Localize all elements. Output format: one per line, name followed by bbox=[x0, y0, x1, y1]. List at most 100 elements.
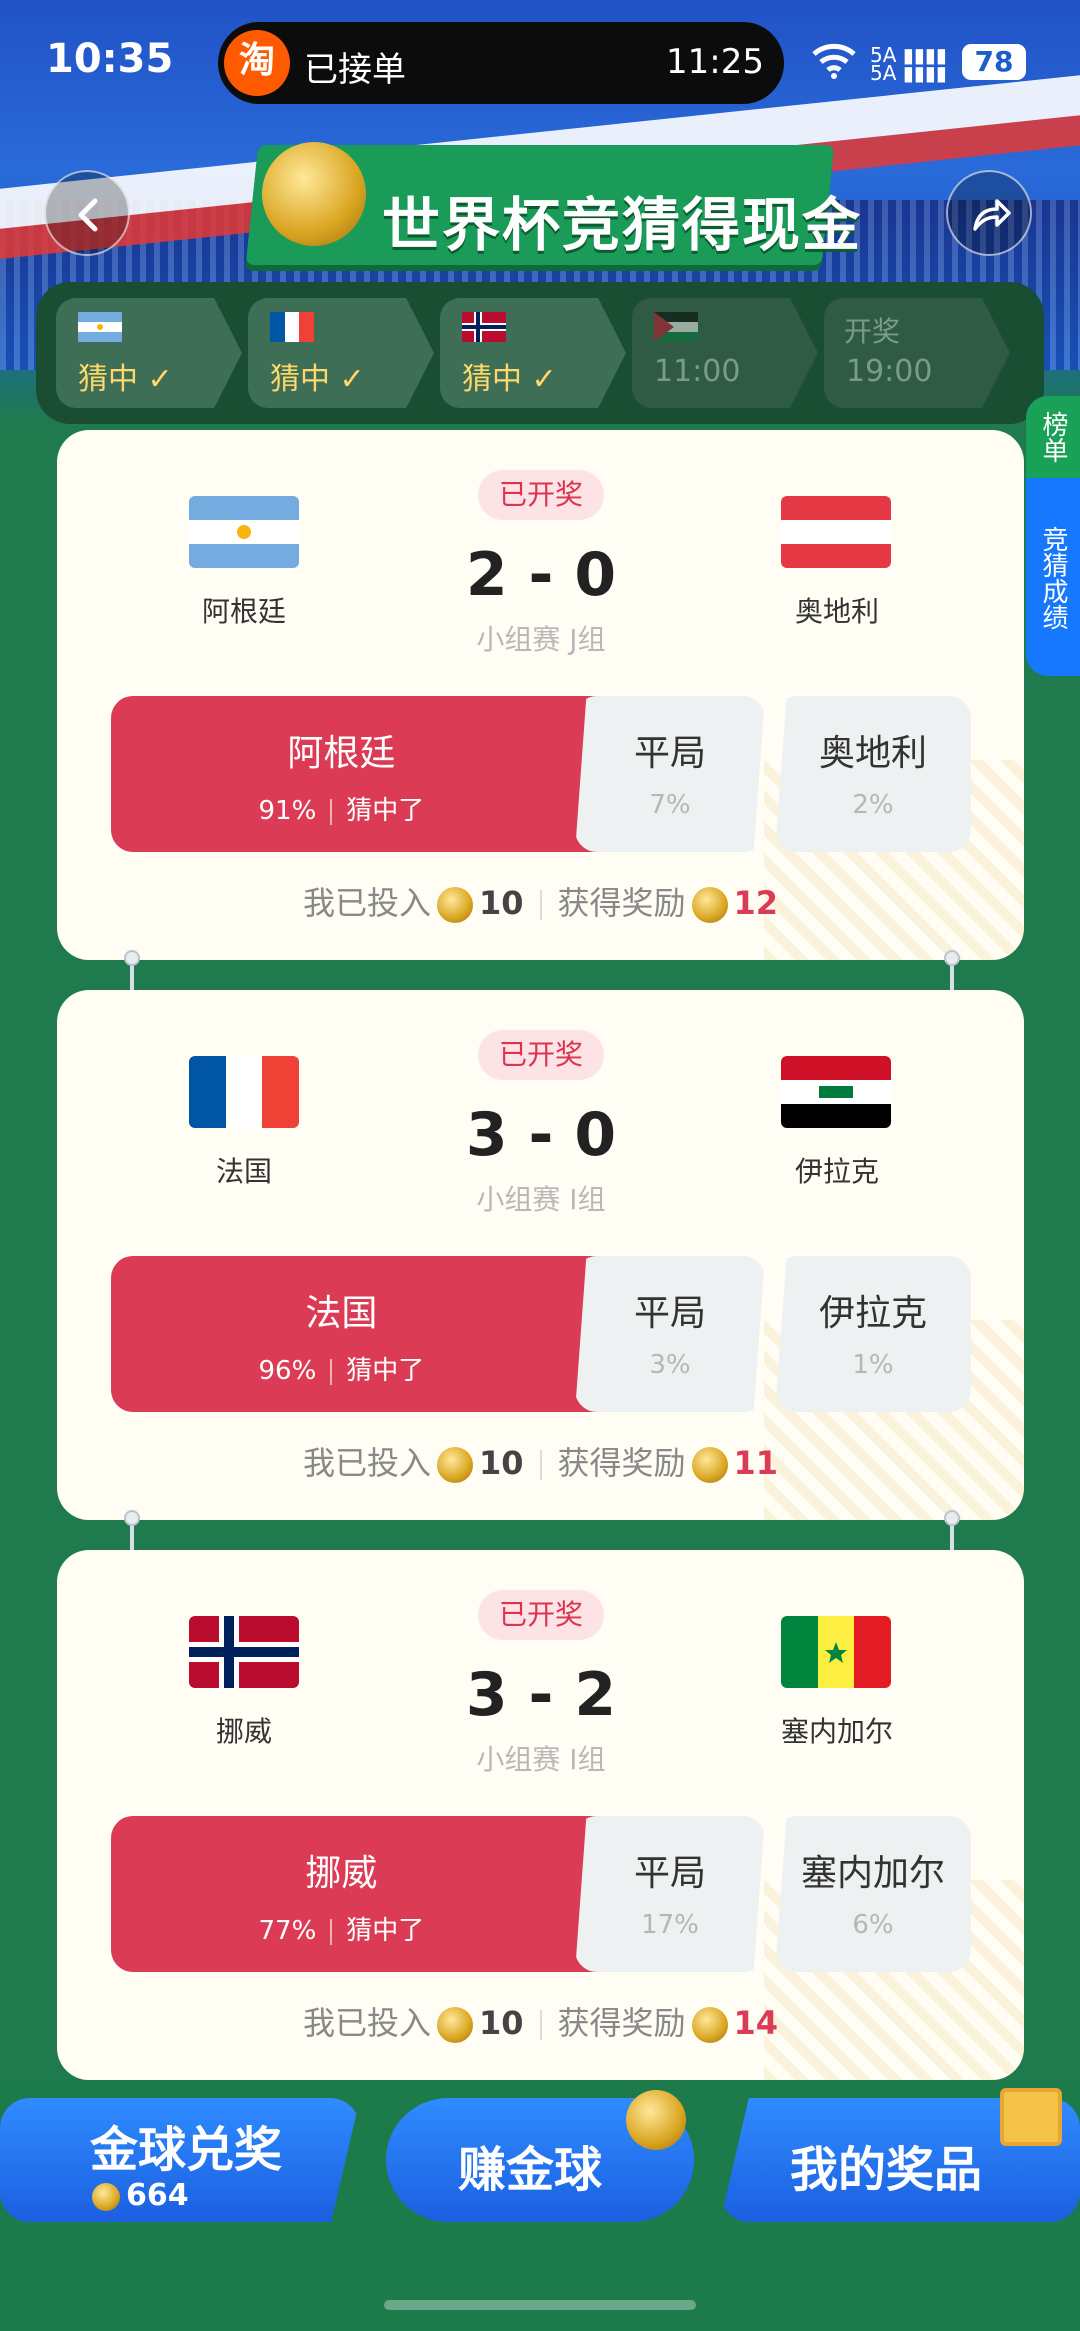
progress-step-label: 猜中 ✓ bbox=[78, 362, 173, 397]
match-group: 小组赛 J组 bbox=[476, 623, 606, 656]
status-badge: 已开奖 bbox=[478, 470, 604, 520]
option-percent: 77% bbox=[258, 1916, 317, 1946]
guess-result: 猜中了 bbox=[346, 796, 425, 826]
match-card[interactable]: 已开奖 法国 3 - 0 小组赛 I组 伊拉克 法国 96% 猜中了 平局 3% … bbox=[57, 990, 1024, 1520]
share-icon bbox=[973, 199, 1011, 231]
prizes-label: 我的奖品 bbox=[790, 2142, 983, 2198]
stake-amount: 10 bbox=[478, 2004, 524, 2042]
gold-coin-icon bbox=[92, 2182, 120, 2211]
draw-option[interactable]: 平局 17% bbox=[575, 1816, 765, 1972]
option-percent: 2% bbox=[852, 790, 894, 820]
gold-coin-icon bbox=[691, 887, 728, 923]
stake-reward-row: 我已投入 10 获得奖励 14 bbox=[57, 1998, 1024, 2044]
progress-step-norway[interactable]: 猜中 ✓ bbox=[440, 298, 626, 408]
austria-flag-icon bbox=[781, 496, 891, 568]
reward-amount: 12 bbox=[733, 884, 779, 922]
progress-step-label: 猜中 ✓ bbox=[462, 362, 557, 397]
live-activity-title: 已接单 bbox=[304, 50, 406, 90]
stake-reward-row: 我已投入 10 获得奖励 11 bbox=[57, 1438, 1024, 1484]
norway-flag-icon bbox=[189, 1616, 299, 1688]
gold-coin-icon bbox=[691, 2007, 728, 2043]
gold-coin-icon bbox=[436, 1447, 473, 1483]
away-team-name: 伊拉克 bbox=[794, 1155, 879, 1188]
stake-label: 我已投入 bbox=[302, 2004, 431, 2042]
match-card[interactable]: 已开奖 阿根廷 2 - 0 小组赛 J组 奥地利 阿根廷 91% 猜中了 平局 7… bbox=[57, 430, 1024, 960]
away-win-option[interactable]: 塞内加尔 6% bbox=[775, 1816, 971, 1972]
page-title: 世界杯竞猜得现金 bbox=[382, 191, 863, 259]
draw-option[interactable]: 平局 3% bbox=[575, 1256, 765, 1412]
redeem-button[interactable]: 金球兑奖 664 bbox=[0, 2098, 360, 2222]
stake-label: 我已投入 bbox=[302, 1444, 431, 1482]
home-win-option[interactable]: 法国 96% 猜中了 bbox=[111, 1256, 623, 1412]
france-flag-icon bbox=[270, 312, 314, 342]
match-card[interactable]: 已开奖 挪威 3 - 2 小组赛 I组 塞内加尔 挪威 77% 猜中了 平局 17… bbox=[57, 1550, 1024, 2080]
norway-flag-icon bbox=[462, 312, 506, 342]
match-score: 3 - 0 bbox=[465, 1100, 617, 1170]
chevron-left-icon bbox=[78, 198, 98, 232]
progress-step-label: 19:00 bbox=[846, 354, 933, 389]
option-label: 平局 bbox=[633, 1853, 706, 1894]
home-team-name: 法国 bbox=[215, 1155, 272, 1188]
option-percent: 3% bbox=[649, 1350, 691, 1380]
guess-result: 猜中了 bbox=[346, 1356, 425, 1386]
away-team-name: 奥地利 bbox=[794, 595, 879, 628]
stake-amount: 10 bbox=[478, 1444, 524, 1482]
option-stats: 96% 猜中了 bbox=[111, 1350, 572, 1387]
progress-step-argentina[interactable]: 猜中 ✓ bbox=[56, 298, 242, 408]
option-label: 平局 bbox=[633, 1293, 706, 1334]
home-team-name: 阿根廷 bbox=[201, 595, 286, 628]
home-indicator[interactable] bbox=[384, 2300, 696, 2310]
progress-step-jordan[interactable]: 11:00 bbox=[632, 298, 818, 408]
guess-results-tab[interactable]: 竞猜成绩 bbox=[1026, 488, 1080, 668]
option-label: 阿根廷 bbox=[287, 733, 396, 774]
stake-reward-row: 我已投入 10 获得奖励 12 bbox=[57, 878, 1024, 924]
stake-amount: 10 bbox=[478, 884, 524, 922]
connector-dot bbox=[124, 1510, 140, 1526]
reward-label: 获得奖励 bbox=[557, 1444, 686, 1482]
gold-football-icon bbox=[626, 2090, 686, 2150]
option-label: 奥地利 bbox=[818, 733, 927, 774]
iraq-flag-icon bbox=[781, 1056, 891, 1128]
gold-coin-icon bbox=[691, 1447, 728, 1483]
option-percent: 7% bbox=[649, 790, 691, 820]
option-label: 平局 bbox=[633, 733, 706, 774]
argentina-flag-icon bbox=[189, 496, 299, 568]
draw-option[interactable]: 平局 7% bbox=[575, 696, 765, 852]
reward-label: 获得奖励 bbox=[557, 2004, 686, 2042]
away-team-name: 塞内加尔 bbox=[780, 1715, 893, 1748]
home-win-option[interactable]: 挪威 77% 猜中了 bbox=[111, 1816, 623, 1972]
redeem-label: 金球兑奖 bbox=[90, 2122, 283, 2178]
gold-football-icon bbox=[262, 142, 366, 246]
progress-step-top: 开奖 bbox=[844, 315, 901, 348]
option-stats: 77% 猜中了 bbox=[111, 1910, 572, 1947]
live-activity-time: 11:25 bbox=[666, 42, 764, 82]
option-percent: 6% bbox=[852, 1910, 894, 1940]
match-score: 2 - 0 bbox=[465, 540, 617, 610]
stake-label: 我已投入 bbox=[302, 884, 431, 922]
option-label: 挪威 bbox=[305, 1853, 378, 1894]
earn-label: 赚金球 bbox=[458, 2142, 603, 2198]
match-group: 小组赛 I组 bbox=[476, 1743, 606, 1776]
progress-step-draw[interactable]: 开奖 19:00 bbox=[824, 298, 1010, 408]
progress-step-france[interactable]: 猜中 ✓ bbox=[248, 298, 434, 408]
back-button[interactable] bbox=[44, 170, 130, 256]
option-percent: 96% bbox=[258, 1356, 317, 1386]
live-activity-pill[interactable]: 淘 已接单 11:25 bbox=[218, 22, 784, 104]
reward-label: 获得奖励 bbox=[557, 884, 686, 922]
away-win-option[interactable]: 奥地利 2% bbox=[775, 696, 971, 852]
leaderboard-tab[interactable]: 榜单 bbox=[1026, 396, 1080, 478]
status-time: 10:35 bbox=[46, 36, 174, 82]
connector-dot bbox=[944, 950, 960, 966]
progress-step-label: 11:00 bbox=[654, 354, 741, 389]
home-win-option[interactable]: 阿根廷 91% 猜中了 bbox=[111, 696, 623, 852]
france-flag-icon bbox=[189, 1056, 299, 1128]
connector-dot bbox=[124, 950, 140, 966]
progress-step-label: 猜中 ✓ bbox=[270, 362, 365, 397]
reward-amount: 11 bbox=[733, 1444, 779, 1482]
side-tab: 榜单 竞猜成绩 bbox=[1026, 396, 1080, 676]
share-button[interactable] bbox=[946, 170, 1032, 256]
option-stats: 91% 猜中了 bbox=[111, 790, 572, 827]
away-win-option[interactable]: 伊拉克 1% bbox=[775, 1256, 971, 1412]
option-percent: 91% bbox=[258, 796, 317, 826]
reward-amount: 14 bbox=[733, 2004, 779, 2042]
